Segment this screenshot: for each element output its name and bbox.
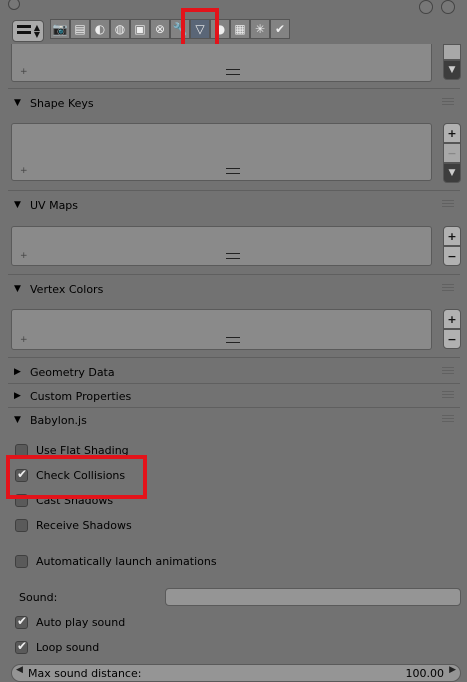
panel-header-shape-keys[interactable]: ▼ Shape Keys xyxy=(8,92,460,114)
render-icon: 📷 xyxy=(52,22,68,36)
circle-icon[interactable] xyxy=(419,0,433,14)
panel-header-geometry-data[interactable]: ▶ Geometry Data xyxy=(8,361,460,383)
remove-uv-map-button[interactable]: − xyxy=(443,246,461,266)
sound-field[interactable] xyxy=(165,588,461,606)
uv-maps-list[interactable]: + xyxy=(11,226,432,266)
drag-handle-icon[interactable] xyxy=(442,415,454,424)
editor-type-icon xyxy=(17,25,31,28)
physics-icon: ✔ xyxy=(274,22,286,36)
decrement-arrow-icon[interactable]: ◀ xyxy=(16,665,23,675)
vertex-groups-list[interactable]: + xyxy=(11,44,432,82)
constraints-tab[interactable]: ⊗ xyxy=(150,19,170,39)
add-vertex-color-button[interactable]: + xyxy=(443,309,461,329)
constraints-icon: ⊗ xyxy=(154,22,166,36)
divider xyxy=(8,383,460,384)
panel-title: Shape Keys xyxy=(30,96,94,110)
drag-handle-icon[interactable] xyxy=(442,200,454,209)
auto-play-sound-checkbox[interactable] xyxy=(15,614,28,629)
vertex-colors-list[interactable]: + xyxy=(11,309,432,350)
max-sound-distance-label: Max sound distance: xyxy=(28,667,142,680)
chevron-updown-icon: ▲ ▼ xyxy=(33,23,40,39)
world-icon: ◍ xyxy=(114,22,126,36)
add-shape-key-button[interactable]: + xyxy=(443,123,461,143)
increment-arrow-icon[interactable]: ▶ xyxy=(449,665,456,675)
render-layers-tab[interactable]: ▤ xyxy=(70,19,90,39)
texture-tab[interactable]: ▦ xyxy=(230,19,250,39)
texture-icon: ▦ xyxy=(234,22,246,36)
context-tabs: 📷 ▤ ◐ ◍ ▣ ⊗ 🔧 ▽ ● ▦ ✳ ✔ xyxy=(50,19,290,41)
collapsed-triangle-icon: ▶ xyxy=(14,391,21,401)
render-tab[interactable]: 📷 xyxy=(50,19,70,39)
add-uv-map-button[interactable]: + xyxy=(443,226,461,246)
corner-widget[interactable] xyxy=(8,0,20,10)
object-icon: ▣ xyxy=(134,22,146,36)
drag-handle-icon[interactable] xyxy=(442,391,454,400)
add-small-icon: + xyxy=(20,67,28,77)
remove-shape-key-button[interactable]: − xyxy=(443,143,461,163)
panel-header-custom-properties[interactable]: ▶ Custom Properties xyxy=(8,385,460,407)
resize-grip-icon[interactable] xyxy=(226,253,240,259)
shape-key-menu-button[interactable]: ▼ xyxy=(443,163,461,183)
max-sound-distance-value: 100.00 xyxy=(405,667,445,680)
divider xyxy=(8,357,460,358)
remove-vertex-color-button[interactable]: − xyxy=(443,329,461,349)
object-tab[interactable]: ▣ xyxy=(130,19,150,39)
panel-title: Custom Properties xyxy=(30,389,132,403)
list-remove-button[interactable] xyxy=(443,44,461,60)
panel-header-babylonjs[interactable]: ▼ Babylon.js xyxy=(8,409,460,431)
world-tab[interactable]: ◍ xyxy=(110,19,130,39)
resize-grip-icon[interactable] xyxy=(226,168,240,174)
list-menu-button[interactable]: ▼ xyxy=(443,60,461,80)
add-small-icon: + xyxy=(20,166,28,176)
scene-icon: ◐ xyxy=(94,22,106,36)
panel-title: Babylon.js xyxy=(30,413,87,427)
panel-header-uv-maps[interactable]: ▼ UV Maps xyxy=(8,194,460,216)
add-small-icon: + xyxy=(20,251,28,261)
expand-triangle-icon: ▼ xyxy=(14,284,21,294)
collapsed-triangle-icon: ▶ xyxy=(14,367,21,377)
expand-triangle-icon: ▼ xyxy=(14,98,21,108)
panel-title: Vertex Colors xyxy=(30,282,104,296)
divider xyxy=(8,190,460,191)
drag-handle-icon[interactable] xyxy=(442,367,454,376)
panel-title: UV Maps xyxy=(30,198,79,212)
divider xyxy=(8,88,460,89)
window-top-edge xyxy=(0,0,467,14)
shape-keys-list[interactable]: + xyxy=(11,123,432,181)
resize-grip-icon[interactable] xyxy=(226,337,240,343)
highlight-box-check-collisions xyxy=(6,455,147,499)
physics-tab[interactable]: ✔ xyxy=(270,19,290,39)
divider xyxy=(8,274,460,275)
drag-handle-icon[interactable] xyxy=(442,284,454,293)
editor-type-button[interactable]: ▲ ▼ xyxy=(12,20,44,42)
auto-play-sound-label: Auto play sound xyxy=(36,616,126,629)
scene-tab[interactable]: ◐ xyxy=(90,19,110,39)
drag-handle-icon[interactable] xyxy=(442,98,454,107)
particles-icon: ✳ xyxy=(254,22,266,36)
auto-launch-animations-checkbox[interactable] xyxy=(15,555,28,568)
panel-header-vertex-colors[interactable]: ▼ Vertex Colors xyxy=(8,278,460,300)
resize-grip-icon[interactable] xyxy=(226,69,240,75)
add-small-icon: + xyxy=(20,335,28,345)
receive-shadows-label: Receive Shadows xyxy=(36,519,132,532)
receive-shadows-checkbox[interactable] xyxy=(15,519,28,532)
expand-triangle-icon: ▼ xyxy=(14,200,21,210)
layers-icon: ▤ xyxy=(74,22,86,36)
divider xyxy=(8,407,460,408)
loop-sound-label: Loop sound xyxy=(36,641,100,654)
auto-launch-animations-label: Automatically launch animations xyxy=(36,555,217,568)
panel-title: Geometry Data xyxy=(30,365,115,379)
circle-icon[interactable] xyxy=(441,0,455,14)
particles-tab[interactable]: ✳ xyxy=(250,19,270,39)
max-sound-distance-field[interactable]: ◀ Max sound distance: 100.00 ▶ xyxy=(11,664,461,682)
sound-label: Sound: xyxy=(19,591,58,604)
loop-sound-checkbox[interactable] xyxy=(15,639,28,654)
expand-triangle-icon: ▼ xyxy=(14,415,21,425)
